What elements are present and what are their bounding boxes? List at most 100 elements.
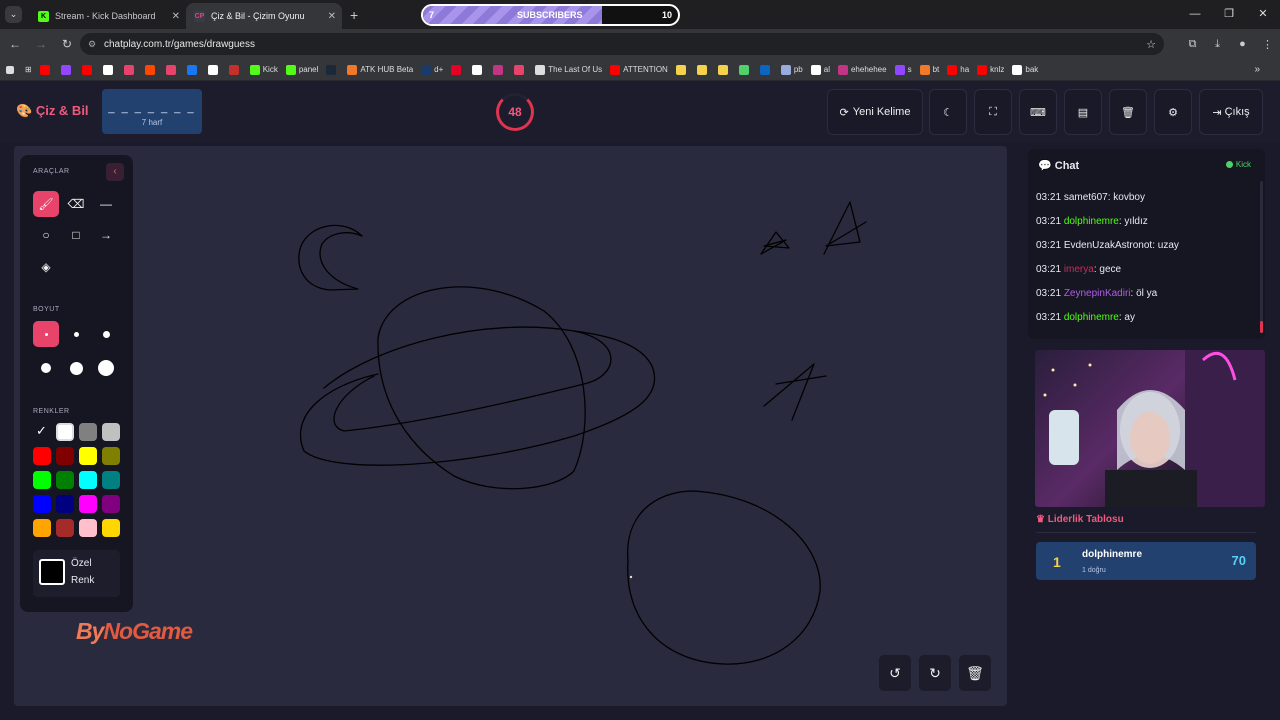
bookmark-item[interactable]	[493, 64, 506, 75]
forward-icon[interactable]: →	[28, 37, 54, 51]
collapse-panel-button[interactable]: ‹	[106, 163, 124, 181]
apps-grid-icon[interactable]	[6, 65, 17, 74]
logout-button[interactable]: ⇥ Çıkış	[1199, 89, 1263, 135]
bookmark-item[interactable]: ATTENTION	[610, 64, 668, 75]
color-swatch[interactable]	[79, 519, 97, 537]
close-tab-icon[interactable]: ✕	[328, 11, 336, 22]
color-swatch[interactable]	[33, 495, 51, 513]
download-icon[interactable]: ⤓	[1205, 38, 1230, 51]
arrow-tool[interactable]: →	[93, 222, 119, 248]
keyboard-button[interactable]: ⌨	[1019, 89, 1057, 135]
color-swatch[interactable]	[56, 519, 74, 537]
bookmark-item[interactable]	[514, 64, 527, 75]
color-swatch[interactable]	[33, 447, 51, 465]
bookmark-item[interactable]	[675, 64, 689, 75]
bookmark-item[interactable]: bak	[1012, 64, 1038, 75]
browser-tab-ciz-bil[interactable]: CP Çiz & Bil - Çizim Oyunu ✕	[186, 3, 342, 29]
bookmark-item[interactable]	[165, 64, 179, 75]
minimize-icon[interactable]: —	[1178, 0, 1212, 29]
bookmark-item[interactable]: Kick	[249, 64, 278, 75]
color-swatch[interactable]	[56, 471, 74, 489]
bookmark-item[interactable]	[81, 64, 95, 75]
bookmark-item[interactable]	[207, 64, 221, 75]
tab-groups-icon[interactable]: ⊞	[25, 65, 32, 74]
bookmark-item[interactable]	[123, 64, 137, 75]
bookmark-item[interactable]: ehehehee	[837, 64, 887, 75]
bookmark-item[interactable]	[472, 64, 485, 75]
bookmark-item[interactable]	[451, 64, 464, 75]
color-swatch[interactable]	[79, 423, 97, 441]
restore-icon[interactable]: ❐	[1212, 0, 1246, 29]
chat-username[interactable]: samet607	[1064, 192, 1108, 203]
circle-tool[interactable]: ○	[33, 222, 59, 248]
color-swatch[interactable]	[102, 519, 120, 537]
bookmark-item[interactable]: ha	[947, 64, 969, 75]
fill-tool[interactable]: ◈	[33, 254, 59, 280]
size-option-1[interactable]	[33, 321, 59, 347]
color-swatch[interactable]	[56, 495, 74, 513]
size-option-3[interactable]	[93, 321, 119, 347]
redo-button[interactable]: ↻	[919, 655, 951, 691]
color-swatch[interactable]	[79, 471, 97, 489]
color-swatch[interactable]	[33, 519, 51, 537]
size-option-2[interactable]	[63, 321, 89, 347]
brush-tool[interactable]: 🖌	[33, 191, 59, 217]
bookmark-item[interactable]: The Last Of Us	[535, 64, 602, 75]
color-swatch[interactable]	[79, 447, 97, 465]
settings-button[interactable]: ⚙	[1154, 89, 1192, 135]
app-logo[interactable]: 🎨 Çiz & Bil	[16, 103, 89, 119]
chat-username[interactable]: dolphinemre	[1064, 312, 1119, 323]
bookmark-item[interactable]: pb	[780, 64, 803, 75]
size-option-6[interactable]	[93, 355, 119, 381]
fullscreen-button[interactable]: ⛶	[974, 89, 1012, 135]
more-bookmarks-icon[interactable]: »	[1254, 64, 1260, 75]
line-tool[interactable]: —	[93, 191, 119, 217]
size-option-4[interactable]	[33, 355, 59, 381]
delete-button[interactable]: 🗑	[1109, 89, 1147, 135]
close-tab-icon[interactable]: ✕	[172, 11, 180, 22]
chat-username[interactable]: EvdenUzakAstronot	[1064, 240, 1152, 251]
bookmark-item[interactable]: d+	[421, 64, 443, 75]
browser-menu-icon[interactable]: ⋮	[1255, 38, 1280, 51]
color-swatch[interactable]: ✓	[33, 423, 51, 441]
color-swatch[interactable]	[33, 471, 51, 489]
bookmark-star-icon[interactable]: ☆	[1146, 38, 1156, 51]
chat-username[interactable]: imerya	[1064, 264, 1094, 275]
address-bar[interactable]: ⚙ chatplay.com.tr/games/drawguess ☆	[80, 33, 1164, 55]
back-icon[interactable]: ←	[2, 37, 28, 51]
eraser-tool[interactable]: ⌫	[63, 191, 89, 217]
bookmark-item[interactable]	[738, 64, 752, 75]
bookmark-item[interactable]	[60, 64, 74, 75]
bookmark-item[interactable]: knlz	[977, 64, 1004, 75]
dark-mode-button[interactable]: ☾	[929, 89, 967, 135]
bookmark-item[interactable]	[102, 64, 116, 75]
color-swatch[interactable]	[102, 423, 120, 441]
bookmark-item[interactable]	[39, 64, 53, 75]
bookmark-item[interactable]	[144, 64, 158, 75]
chat-username[interactable]: ZeynepinKadiri	[1064, 288, 1131, 299]
color-swatch[interactable]	[102, 495, 120, 513]
bookmark-item[interactable]	[696, 64, 710, 75]
chat-username[interactable]: dolphinemre	[1064, 216, 1119, 227]
bookmark-item[interactable]	[717, 64, 731, 75]
tab-search-icon[interactable]: ⌄	[5, 6, 22, 23]
bookmark-item[interactable]: al	[810, 64, 830, 75]
bookmark-item[interactable]: bt	[919, 64, 939, 75]
profile-avatar-icon[interactable]: ●	[1230, 38, 1255, 50]
new-tab-icon[interactable]: +	[350, 7, 358, 23]
bookmark-item[interactable]: panel	[285, 64, 318, 75]
rectangle-tool[interactable]: □	[63, 222, 89, 248]
color-swatch[interactable]	[102, 471, 120, 489]
color-swatch[interactable]	[56, 423, 74, 441]
site-info-icon[interactable]: ⚙	[88, 39, 96, 50]
bookmark-item[interactable]	[759, 64, 773, 75]
archive-button[interactable]: ▤	[1064, 89, 1102, 135]
new-word-button[interactable]: ⟳ Yeni Kelime	[827, 89, 923, 135]
custom-color-button[interactable]: Özel Renk	[33, 550, 120, 597]
undo-button[interactable]: ↺	[879, 655, 911, 691]
reload-icon[interactable]: ↻	[54, 37, 80, 51]
clear-canvas-button[interactable]: 🗑	[959, 655, 991, 691]
bookmark-item[interactable]: s	[894, 64, 912, 75]
color-swatch[interactable]	[79, 495, 97, 513]
bookmark-item[interactable]: ATK HUB Beta	[347, 64, 413, 75]
